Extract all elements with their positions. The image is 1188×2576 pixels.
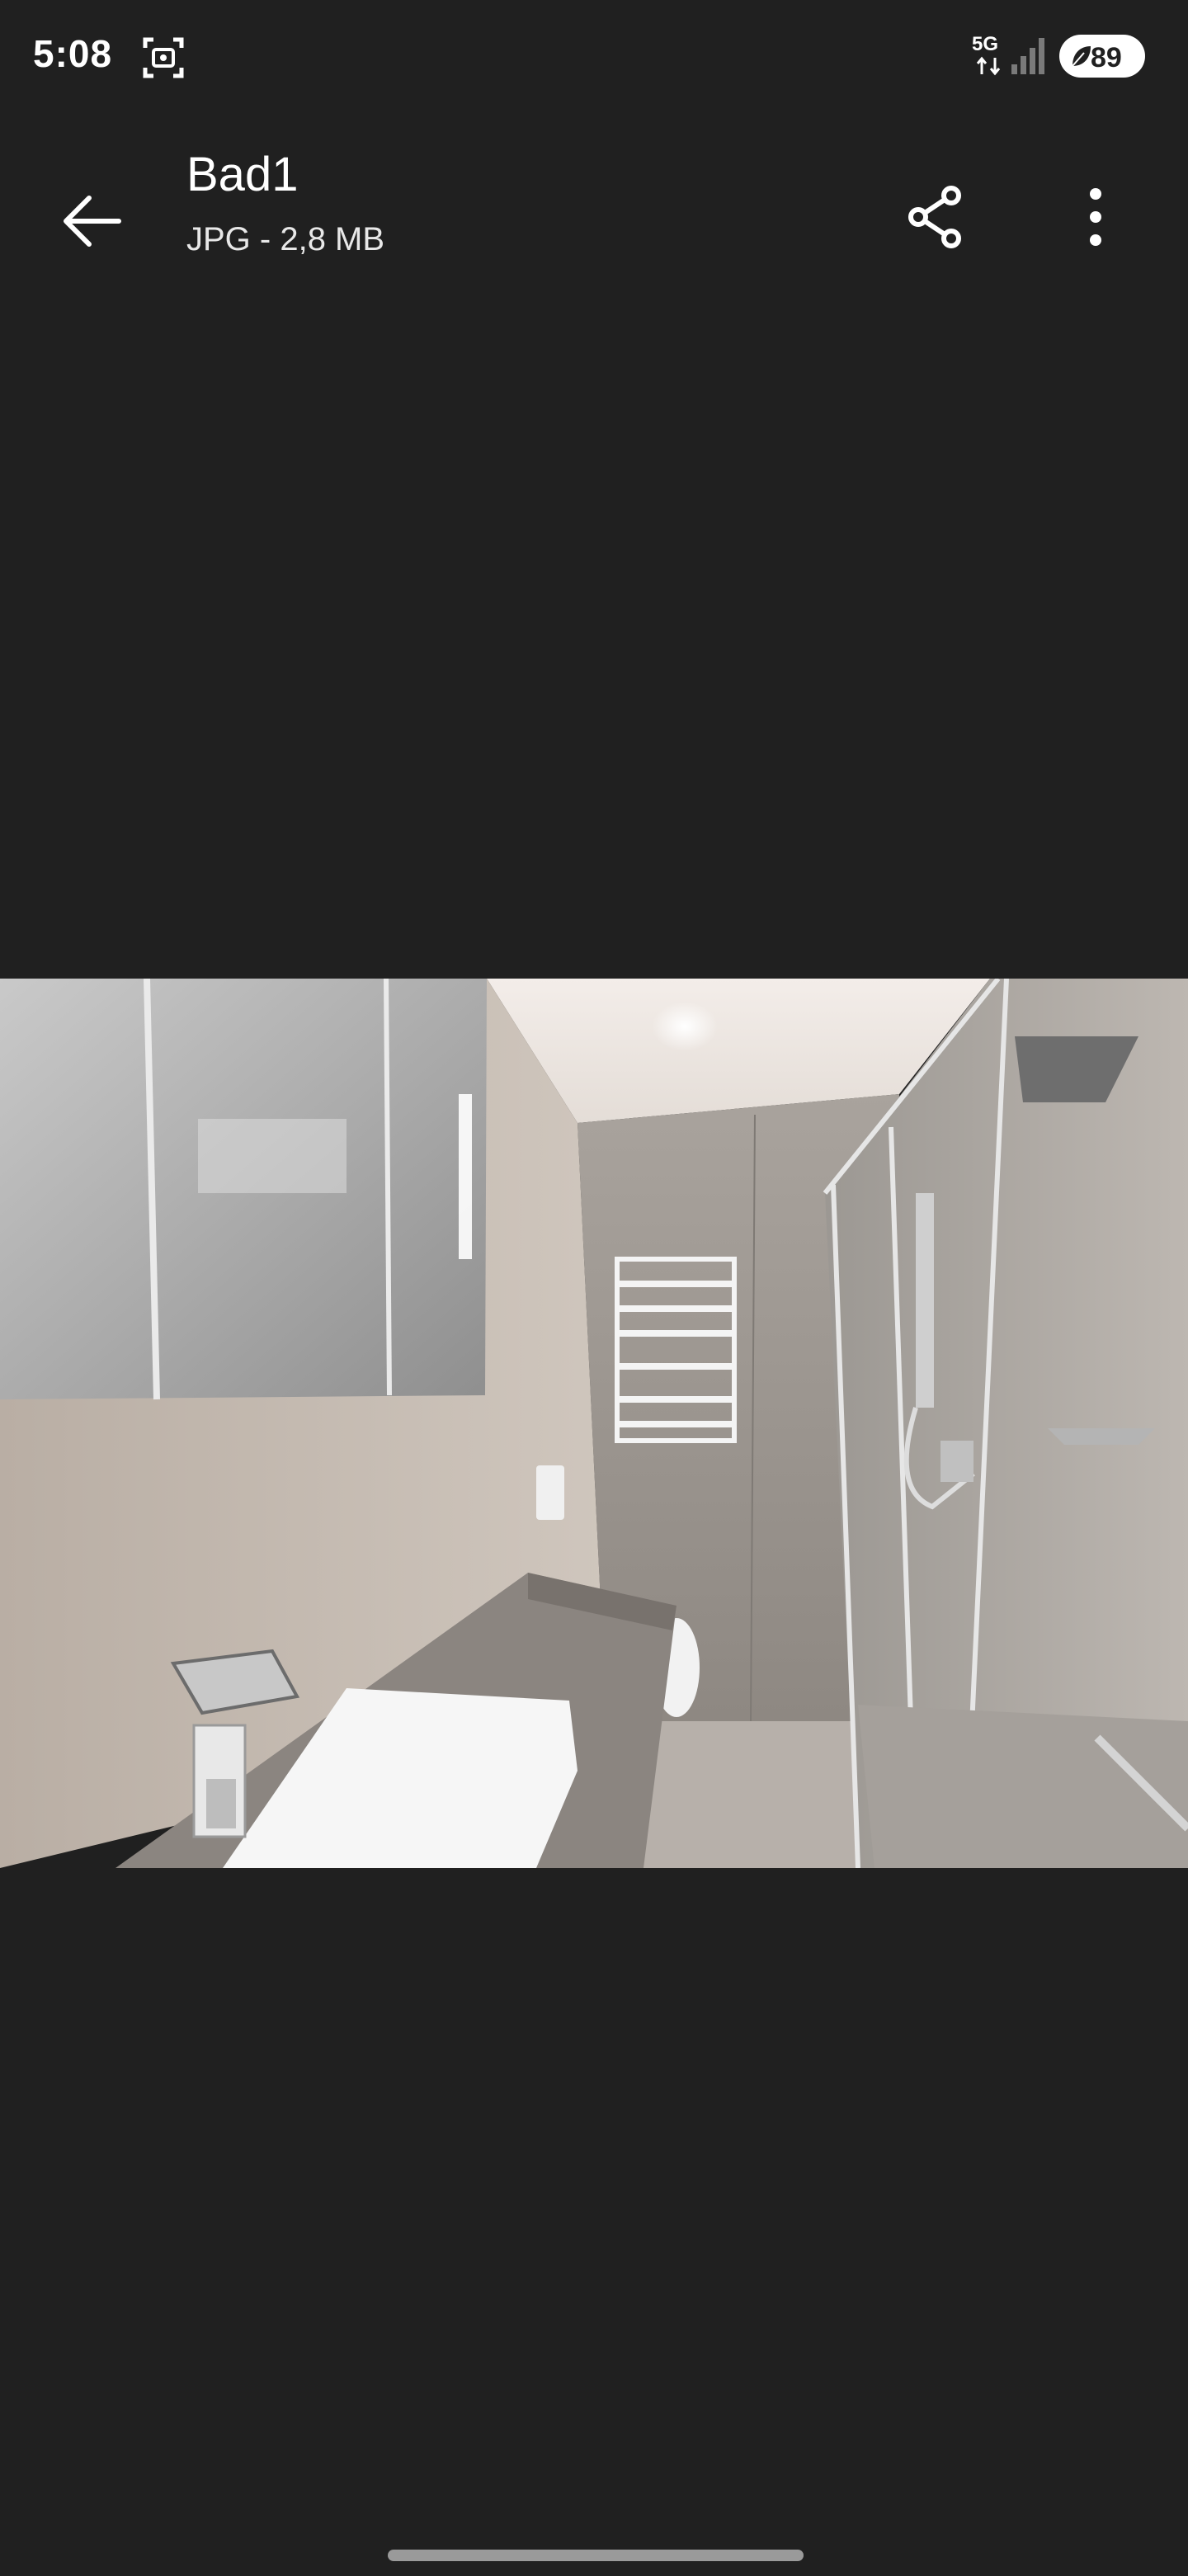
share-button[interactable] bbox=[891, 172, 982, 262]
photo-viewer-image[interactable] bbox=[0, 979, 1188, 1868]
signal-icon bbox=[1011, 38, 1044, 74]
5g-icon: 5G bbox=[970, 33, 1006, 79]
back-arrow-icon bbox=[64, 196, 121, 247]
leaf-icon bbox=[1072, 46, 1091, 67]
status-time: 5:08 bbox=[33, 32, 113, 75]
more-options-button[interactable] bbox=[1054, 172, 1137, 262]
file-subtitle: JPG - 2,8 MB bbox=[186, 221, 385, 257]
bathroom-photo bbox=[0, 979, 1188, 1868]
gesture-nav-handle[interactable] bbox=[388, 2550, 804, 2561]
status-bar: 5:08 5G 89 bbox=[0, 0, 1188, 116]
file-title: Bad1 bbox=[186, 148, 299, 201]
battery-level: 89 bbox=[1091, 42, 1122, 73]
app-bar: Bad1 JPG - 2,8 MB bbox=[0, 132, 1188, 297]
screenshot-icon bbox=[143, 37, 184, 78]
share-icon bbox=[908, 186, 961, 248]
more-vert-icon bbox=[1090, 188, 1101, 246]
back-button[interactable] bbox=[43, 172, 142, 271]
battery-icon: 89 bbox=[1059, 35, 1145, 78]
